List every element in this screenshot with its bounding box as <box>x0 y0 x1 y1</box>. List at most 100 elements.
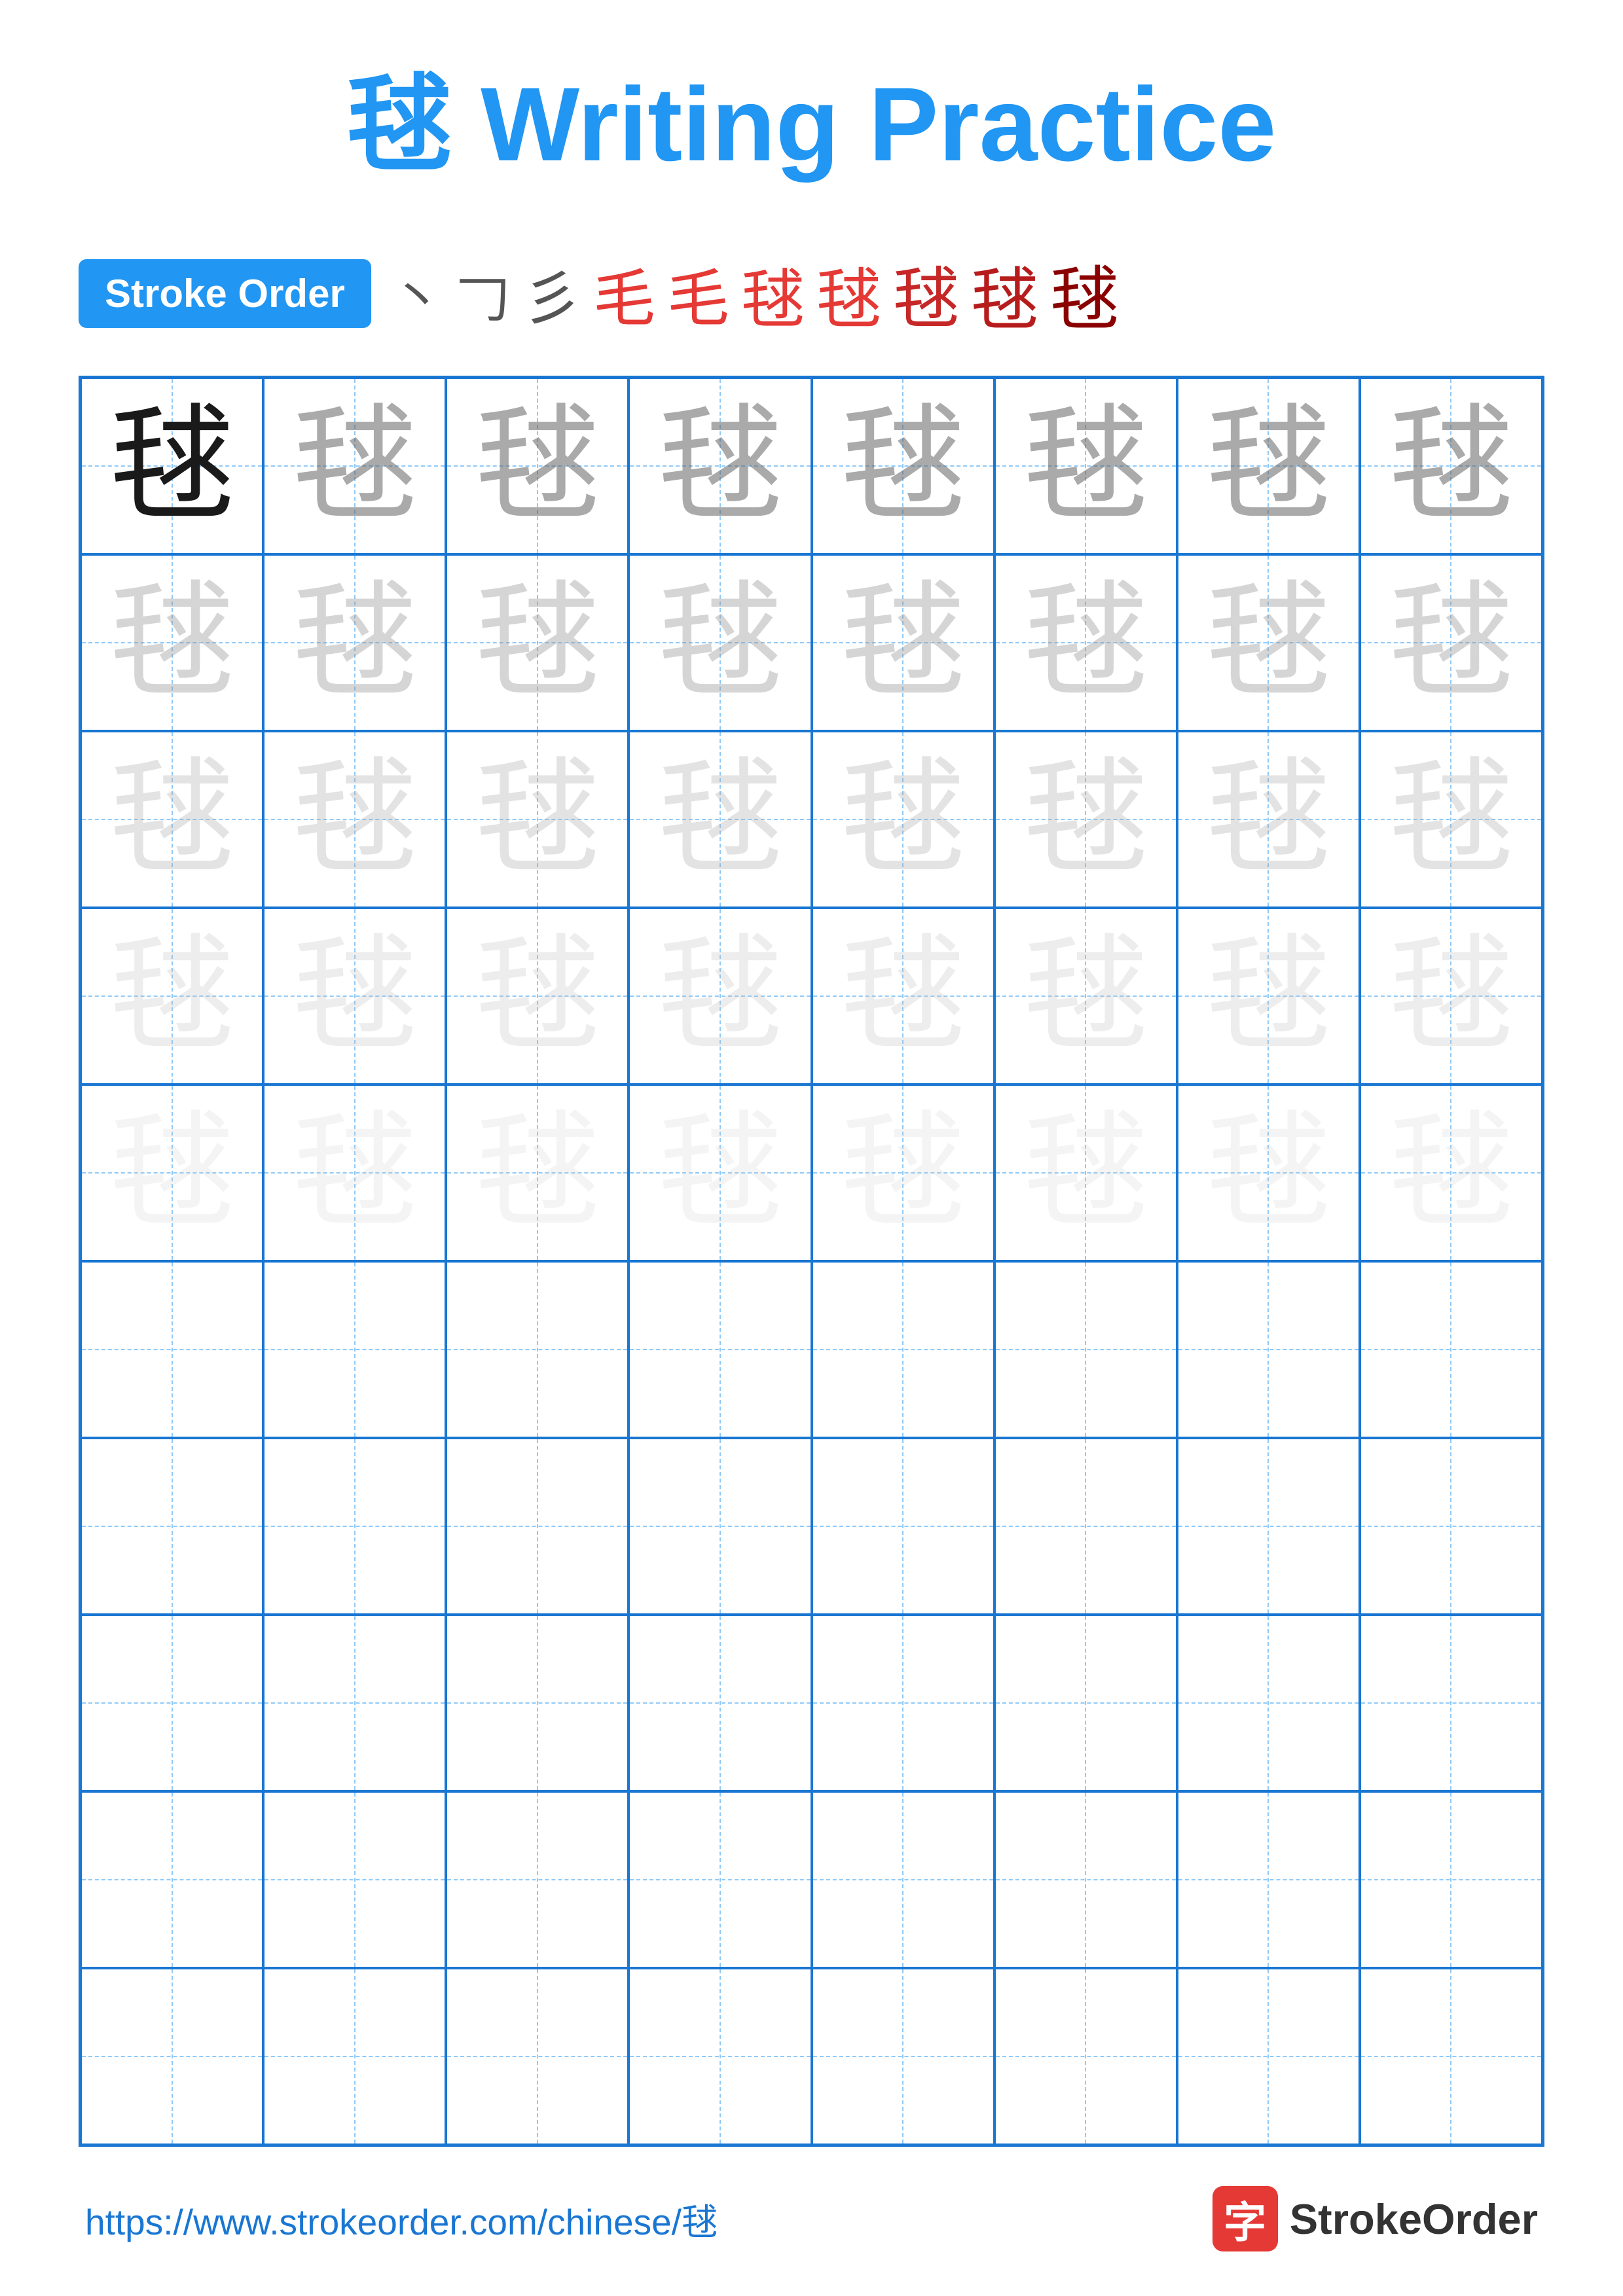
grid-cell[interactable]: 毬 <box>994 731 1177 908</box>
grid-cell[interactable]: 毬 <box>446 1085 629 1261</box>
grid-cell[interactable]: 毬 <box>629 908 811 1085</box>
stroke-order-row: Stroke Order 丶 𠃌 彡 毛 毛 毬 毬 毬 毬 毬 <box>79 243 1544 343</box>
grid-cell[interactable] <box>812 1261 994 1438</box>
grid-cell[interactable] <box>1360 1261 1542 1438</box>
grid-cell[interactable]: 毬 <box>1177 554 1360 731</box>
grid-cell[interactable] <box>1177 1615 1360 1791</box>
grid-cell[interactable]: 毬 <box>446 378 629 554</box>
title-char: 毬 <box>347 65 452 183</box>
grid-cell[interactable]: 毬 <box>1360 731 1542 908</box>
grid-cell[interactable]: 毬 <box>1177 378 1360 554</box>
practice-char: 毬 <box>475 404 600 528</box>
grid-cell[interactable]: 毬 <box>81 731 263 908</box>
grid-cell[interactable] <box>263 1261 446 1438</box>
grid-cell[interactable] <box>994 1791 1177 1968</box>
practice-char: 毬 <box>1023 757 1148 882</box>
grid-cell[interactable]: 毬 <box>81 554 263 731</box>
practice-char: 毬 <box>293 581 417 705</box>
grid-cell[interactable]: 毬 <box>263 1085 446 1261</box>
grid-cell[interactable] <box>446 1968 629 2145</box>
practice-char: 毬 <box>841 581 965 705</box>
grid-cell[interactable] <box>629 1791 811 1968</box>
grid-cell[interactable]: 毬 <box>446 554 629 731</box>
grid-cell[interactable] <box>629 1438 811 1615</box>
grid-cell[interactable]: 毬 <box>629 731 811 908</box>
grid-cell[interactable] <box>812 1968 994 2145</box>
stroke-6: 毬 <box>741 247 805 340</box>
grid-cell[interactable] <box>263 1438 446 1615</box>
grid-cell[interactable]: 毬 <box>1177 908 1360 1085</box>
grid-cell[interactable] <box>1360 1791 1542 1968</box>
grid-cell[interactable] <box>446 1438 629 1615</box>
practice-char: 毬 <box>110 404 234 528</box>
grid-cell[interactable] <box>81 1261 263 1438</box>
grid-cell[interactable] <box>994 1261 1177 1438</box>
grid-cell[interactable] <box>812 1438 994 1615</box>
stroke-5: 毛 <box>667 249 729 338</box>
grid-cell[interactable] <box>446 1615 629 1791</box>
footer-url[interactable]: https://www.strokeorder.com/chinese/毬 <box>85 2193 718 2245</box>
grid-cell[interactable] <box>81 1438 263 1615</box>
grid-cell[interactable] <box>81 1968 263 2145</box>
practice-char: 毬 <box>658 581 782 705</box>
grid-cell[interactable] <box>629 1968 811 2145</box>
grid-cell[interactable]: 毬 <box>1177 731 1360 908</box>
grid-cell[interactable]: 毬 <box>1177 1085 1360 1261</box>
grid-cell[interactable] <box>629 1261 811 1438</box>
grid-cell[interactable]: 毬 <box>629 554 811 731</box>
grid-cell[interactable] <box>446 1261 629 1438</box>
practice-char: 毬 <box>658 757 782 882</box>
grid-cell[interactable]: 毬 <box>1360 554 1542 731</box>
grid-cell[interactable]: 毬 <box>1360 1085 1542 1261</box>
grid-cell[interactable]: 毬 <box>263 731 446 908</box>
practice-char: 毬 <box>1206 581 1330 705</box>
practice-char: 毬 <box>1389 757 1513 882</box>
practice-char: 毬 <box>1023 1111 1148 1235</box>
grid-cell[interactable]: 毬 <box>994 554 1177 731</box>
grid-cell[interactable] <box>1177 1968 1360 2145</box>
grid-cell[interactable] <box>629 1615 811 1791</box>
grid-cell[interactable] <box>263 1791 446 1968</box>
grid-cell[interactable] <box>994 1438 1177 1615</box>
grid-cell[interactable]: 毬 <box>1360 378 1542 554</box>
practice-char: 毬 <box>475 1111 600 1235</box>
grid-cell[interactable]: 毬 <box>81 908 263 1085</box>
grid-cell[interactable]: 毬 <box>812 554 994 731</box>
grid-cell[interactable]: 毬 <box>263 554 446 731</box>
grid-cell[interactable]: 毬 <box>263 908 446 1085</box>
grid-cell[interactable] <box>81 1615 263 1791</box>
grid-cell[interactable] <box>1177 1438 1360 1615</box>
grid-cell[interactable]: 毬 <box>81 378 263 554</box>
practice-char: 毬 <box>475 757 600 882</box>
grid-cell[interactable]: 毬 <box>446 731 629 908</box>
grid-cell[interactable]: 毬 <box>812 378 994 554</box>
grid-cell[interactable] <box>1360 1438 1542 1615</box>
grid-cell[interactable]: 毬 <box>994 1085 1177 1261</box>
grid-cell[interactable]: 毬 <box>812 731 994 908</box>
grid-cell[interactable]: 毬 <box>629 378 811 554</box>
grid-cell[interactable] <box>263 1615 446 1791</box>
practice-char: 毬 <box>1389 404 1513 528</box>
grid-cell[interactable]: 毬 <box>81 1085 263 1261</box>
grid-cell[interactable] <box>446 1791 629 1968</box>
grid-cell[interactable]: 毬 <box>263 378 446 554</box>
grid-cell[interactable] <box>263 1968 446 2145</box>
grid-cell[interactable] <box>81 1791 263 1968</box>
grid-cell[interactable] <box>1177 1791 1360 1968</box>
grid-cell[interactable] <box>812 1791 994 1968</box>
grid-cell[interactable]: 毬 <box>1360 908 1542 1085</box>
grid-cell[interactable]: 毬 <box>994 908 1177 1085</box>
grid-cell[interactable]: 毬 <box>629 1085 811 1261</box>
practice-char: 毬 <box>1206 1111 1330 1235</box>
grid-cell[interactable] <box>1360 1968 1542 2145</box>
grid-cell[interactable]: 毬 <box>812 1085 994 1261</box>
grid-cell[interactable] <box>994 1615 1177 1791</box>
grid-cell[interactable] <box>1177 1261 1360 1438</box>
grid-cell[interactable]: 毬 <box>446 908 629 1085</box>
practice-grid[interactable]: 毬 毬 毬 毬 毬 毬 毬 毬 毬 毬 毬 <box>79 376 1544 2147</box>
grid-cell[interactable]: 毬 <box>812 908 994 1085</box>
grid-cell[interactable]: 毬 <box>994 378 1177 554</box>
grid-cell[interactable] <box>1360 1615 1542 1791</box>
grid-cell[interactable] <box>812 1615 994 1791</box>
grid-cell[interactable] <box>994 1968 1177 2145</box>
